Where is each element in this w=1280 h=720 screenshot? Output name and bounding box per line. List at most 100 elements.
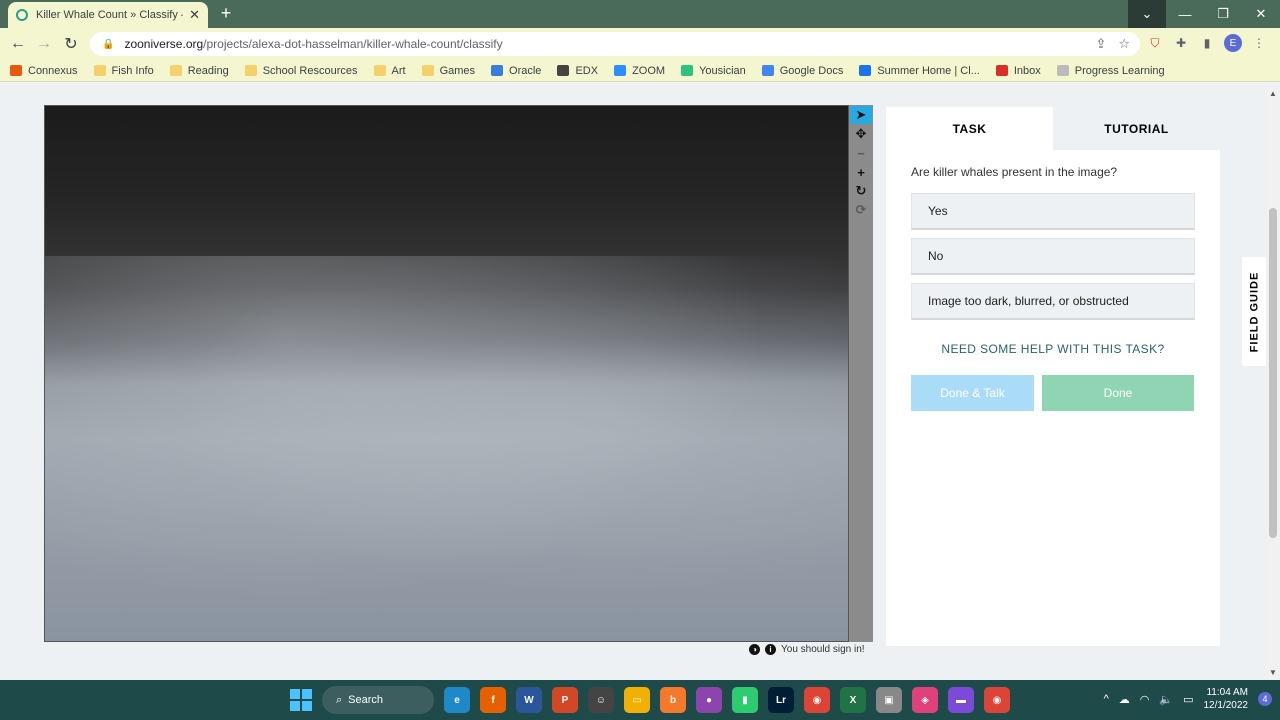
bookmark-item[interactable]: Inbox [995, 64, 1041, 77]
bookmark-label: Art [391, 64, 406, 77]
taskbar-apps: ⌕ Search e f W P ☺ ▭ b ● ▮ Lr ◉ X ▣ ◈ ▬ ◉ [290, 686, 1010, 714]
profile-avatar[interactable]: E [1224, 34, 1242, 52]
rotate-icon[interactable]: ↻ [850, 182, 872, 200]
wifi-icon[interactable]: ◠ [1140, 693, 1150, 706]
word-icon[interactable]: W [516, 687, 542, 713]
firefox-icon[interactable]: f [480, 687, 506, 713]
done-and-talk-button[interactable]: Done & Talk [911, 375, 1034, 411]
edge-icon[interactable]: e [444, 687, 470, 713]
tab-search-button[interactable]: ⌄ [1128, 0, 1166, 28]
chrome-icon[interactable]: ◉ [804, 687, 830, 713]
answer-no[interactable]: No [911, 238, 1195, 275]
back-icon[interactable]: ← [8, 34, 28, 54]
bookmark-favicon-icon [421, 65, 434, 76]
chrome-active-icon[interactable]: ◉ [984, 687, 1010, 713]
app3-icon[interactable]: ▣ [876, 687, 902, 713]
bookmark-item[interactable]: Oracle [491, 65, 541, 77]
bookmark-favicon-icon [1056, 65, 1069, 76]
bookmark-item[interactable]: Progress Learning [1056, 65, 1165, 77]
contrast-icon[interactable]: ◑ [749, 644, 760, 655]
bookmark-item[interactable]: Reading [169, 65, 229, 77]
toolbar: ← → ↻ 🔒 zooniverse.org /projects/alexa-d… [0, 28, 1280, 60]
reload-icon[interactable]: ↻ [61, 34, 81, 54]
notification-badge[interactable]: 4 [1258, 692, 1272, 706]
excel-icon[interactable]: X [840, 687, 866, 713]
bookmark-star-icon[interactable]: ☆ [1118, 36, 1130, 52]
app2-icon[interactable]: ▮ [732, 687, 758, 713]
lightroom-icon[interactable]: Lr [768, 687, 794, 713]
new-tab-button[interactable]: + [216, 3, 236, 24]
bookmark-item[interactable]: Games [421, 65, 475, 77]
start-button-icon[interactable] [290, 689, 312, 711]
bookmark-label: Connexus [28, 64, 78, 77]
bookmark-item[interactable]: EDX [557, 65, 598, 77]
extensions-puzzle-icon[interactable]: ✚ [1172, 34, 1190, 52]
app4-icon[interactable]: ◈ [912, 687, 938, 713]
bookmark-label: Summer Home | Cl... [877, 64, 980, 77]
taskbar-search-label: Search [348, 694, 384, 706]
clock[interactable]: 11:04 AM 12/1/2022 [1204, 686, 1249, 712]
tab-task[interactable]: TASK [886, 107, 1053, 150]
share-icon[interactable]: ⇪ [1095, 36, 1106, 52]
bookmarks-bar: Connexus Fish Info Reading School Rescource… [0, 60, 1280, 82]
reset-icon[interactable]: ⟳ [850, 201, 872, 219]
done-buttons: Done & Talk Done [911, 375, 1220, 411]
bookmark-item[interactable]: Summer Home | Cl... [859, 65, 980, 77]
zoom-in-icon[interactable]: + [850, 163, 872, 181]
page-content: ➤ ✥ − + ↻ ⟳ ◑ i You should sign in! TASK TUTO… [0, 86, 1266, 680]
lock-icon: 🔒 [102, 38, 115, 50]
file-explorer-icon[interactable]: ▭ [624, 687, 650, 713]
bookmark-item[interactable]: ZOOM [614, 65, 665, 77]
taskbar-search[interactable]: ⌕ Search [322, 686, 434, 714]
bookmark-item[interactable]: Google Docs [761, 65, 843, 77]
scroll-up-icon[interactable]: ▲ [1269, 89, 1277, 98]
scroll-thumb[interactable] [1269, 208, 1277, 538]
bookmark-favicon-icon [995, 65, 1008, 76]
answer-yes[interactable]: Yes [911, 193, 1195, 230]
field-guide-tab[interactable]: FIELD GUIDE [1242, 257, 1266, 366]
info-icon[interactable]: i [765, 644, 776, 655]
powerpoint-icon[interactable]: P [552, 687, 578, 713]
onedrive-icon[interactable]: ☁ [1119, 693, 1130, 706]
water-surface [45, 256, 848, 641]
battery-icon[interactable]: ▭ [1183, 693, 1193, 706]
minimize-button[interactable]: — [1166, 0, 1204, 28]
bookmark-item[interactable]: Art [373, 64, 406, 77]
pointer-icon[interactable]: ➤ [850, 106, 872, 124]
tab-tutorial[interactable]: TUTORIAL [1053, 107, 1220, 150]
side-panel-icon[interactable]: ▮ [1198, 34, 1216, 52]
close-tab-icon[interactable]: ✕ [189, 7, 200, 23]
answer-image-obstructed[interactable]: Image too dark, blurred, or obstructed [911, 283, 1195, 320]
bookmark-item[interactable]: School Rescources [244, 65, 358, 77]
browser-tab[interactable]: Killer Whale Count » Classify — Z ✕ [8, 2, 208, 28]
clock-time: 11:04 AM [1206, 687, 1248, 698]
subject-image[interactable] [44, 105, 849, 642]
pan-icon[interactable]: ✥ [850, 125, 872, 143]
tab-title: Killer Whale Count » Classify — Z [36, 9, 183, 21]
zoom-out-icon[interactable]: − [850, 144, 872, 162]
address-bar[interactable]: 🔒 zooniverse.org /projects/alexa-dot-has… [90, 32, 1140, 56]
volume-icon[interactable]: 🔈 [1159, 693, 1173, 706]
bookmark-item[interactable]: Connexus [10, 65, 78, 77]
tray-overflow-icon[interactable]: ^ [1104, 693, 1109, 705]
task-question: Are killer whales present in the image? [911, 165, 1118, 179]
bookmark-favicon-icon [681, 65, 694, 76]
task-help-link[interactable]: NEED SOME HELP WITH THIS TASK? [886, 342, 1220, 356]
clapper-icon[interactable]: ▬ [948, 687, 974, 713]
bookmark-item[interactable]: Fish Info [93, 64, 154, 77]
ublock-extension-icon[interactable]: ⛉ [1146, 34, 1164, 52]
bookmark-label: ZOOM [632, 64, 666, 77]
bookmark-label: Inbox [1013, 64, 1041, 77]
forward-icon[interactable]: → [34, 34, 54, 54]
done-button[interactable]: Done [1042, 375, 1194, 411]
close-window-button[interactable]: ✕ [1242, 0, 1280, 28]
page-scrollbar[interactable]: ▲ ▼ [1266, 86, 1280, 680]
krita-icon[interactable]: ● [696, 687, 722, 713]
blender-icon[interactable]: b [660, 687, 686, 713]
scroll-down-icon[interactable]: ▼ [1269, 668, 1277, 677]
bookmark-item[interactable]: Yousician [681, 65, 746, 77]
restore-button[interactable]: ❐ [1204, 0, 1242, 28]
bookmark-label: Fish Info [111, 64, 154, 77]
app-icon[interactable]: ☺ [588, 687, 614, 713]
more-menu-icon[interactable]: ⋮ [1250, 34, 1268, 52]
